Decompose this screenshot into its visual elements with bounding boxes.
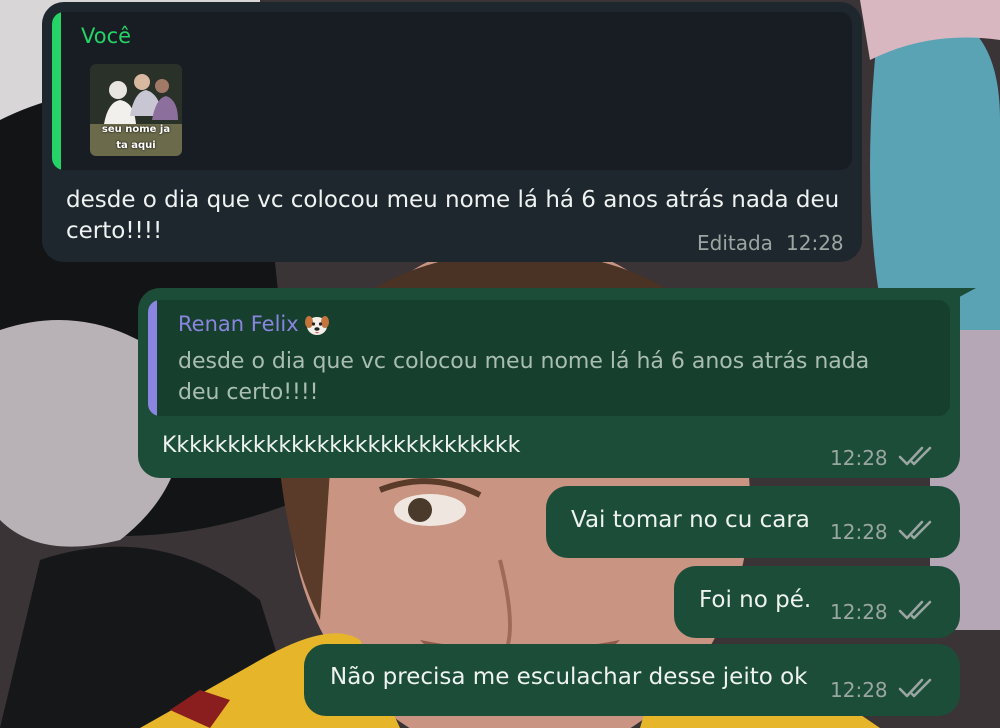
message-bubble-outgoing[interactable]: Foi no pé. 12:28 bbox=[674, 566, 960, 638]
message-time: 12:28 bbox=[830, 600, 888, 624]
sticker-caption-line1: seu nome ja bbox=[101, 124, 171, 135]
message-time: 12:28 bbox=[830, 520, 888, 544]
sticker-caption-line2: ta aqui bbox=[116, 140, 156, 151]
message-text: Vai tomar no cu cara bbox=[571, 507, 810, 533]
message-time: 12:28 bbox=[830, 446, 888, 470]
message-text: Foi no pé. bbox=[699, 587, 812, 613]
double-check-icon bbox=[898, 446, 932, 466]
quote-text-line2: deu certo!!!! bbox=[178, 380, 319, 405]
quote-author-name: Renan Felix bbox=[178, 312, 299, 336]
message-text-line2: certo!!!! bbox=[66, 218, 163, 244]
quoted-message[interactable]: Renan Felix desde o dia que vc colocou m… bbox=[148, 300, 950, 416]
message-bubble-incoming[interactable]: Você seu nome ja ta aqui desde o dia que… bbox=[42, 2, 862, 262]
quoted-message[interactable]: Você seu nome ja ta aqui bbox=[52, 12, 852, 170]
quote-accent-bar bbox=[148, 300, 157, 416]
quote-text-line1: desde o dia que vc colocou meu nome lá h… bbox=[178, 349, 870, 374]
message-text-line1: desde o dia que vc colocou meu nome lá h… bbox=[66, 187, 840, 213]
double-check-icon bbox=[898, 520, 932, 540]
quote-author-name: Você bbox=[81, 24, 132, 48]
message-text: Não precisa me esculachar desse jeito ok bbox=[330, 664, 808, 690]
quote-accent-bar bbox=[52, 12, 61, 170]
dog-face-icon bbox=[304, 312, 330, 338]
double-check-icon bbox=[898, 678, 932, 698]
message-time: 12:28 bbox=[786, 231, 844, 255]
double-check-icon bbox=[898, 600, 932, 620]
message-bubble-outgoing[interactable]: Vai tomar no cu cara 12:28 bbox=[546, 486, 960, 558]
message-text: Kkkkkkkkkkkkkkkkkkkkkkkkkkkk bbox=[162, 433, 521, 458]
edited-label: Editada bbox=[697, 231, 773, 255]
message-bubble-outgoing[interactable]: Renan Felix desde o dia que vc colocou m… bbox=[138, 288, 960, 478]
message-time: 12:28 bbox=[830, 678, 888, 702]
sticker-thumbnail[interactable]: seu nome ja ta aqui bbox=[90, 64, 182, 156]
message-bubble-outgoing[interactable]: Não precisa me esculachar desse jeito ok… bbox=[304, 644, 960, 716]
